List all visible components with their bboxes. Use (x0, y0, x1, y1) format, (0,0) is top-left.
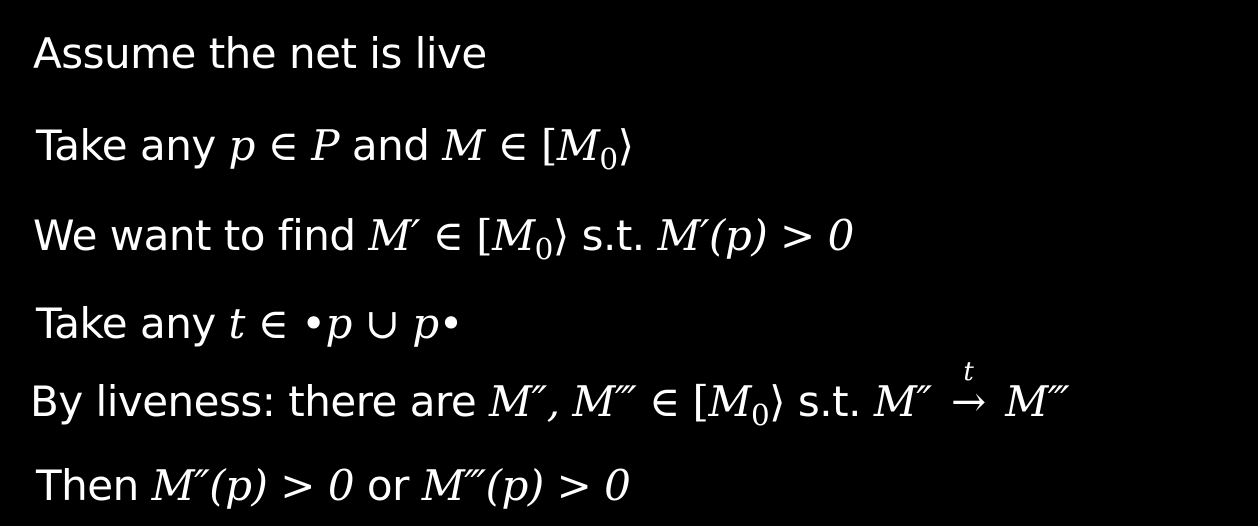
math-in-bracket: ∈ [ (419, 211, 493, 260)
math-sub-zero: 0 (599, 141, 618, 176)
line-take-p-and-m: Take any p ∈ P and M ∈ [M0⟩ (36, 125, 634, 174)
math-condition: M′(p) > 0 (657, 211, 855, 260)
line-then: Then M″(p) > 0 or M‴(p) > 0 (36, 465, 631, 507)
math-close-angle: ⟩ (617, 121, 634, 170)
take-any-text: Take any (36, 121, 229, 170)
math-M0: M (708, 377, 751, 426)
then-text: Then (36, 461, 152, 510)
line-assume: Assume the net is live (33, 33, 487, 75)
want-text: We want to find (33, 211, 369, 260)
math-in-bracket: ∈ [ (636, 377, 709, 426)
math-close-angle: ⟩ (552, 211, 569, 260)
math-t: t (228, 299, 246, 348)
such-that-text: s.t. (785, 377, 874, 426)
fires-arrow: t → (944, 359, 992, 423)
line-want-to-find: We want to find M′ ∈ [M0⟩ s.t. M′(p) > 0 (33, 215, 854, 264)
line-take-t: Take any t ∈ •p ∪ p• (36, 303, 463, 345)
math-preset-postset: ∈ •p ∪ p• (244, 299, 464, 348)
math-M0: M (492, 211, 535, 260)
math-M-triple-prime: M‴ (1005, 377, 1070, 426)
arrow-label-t: t (963, 357, 974, 387)
math-expr-2: M‴(p) > 0 (421, 461, 631, 510)
math-markings: M″, M‴ (489, 377, 637, 426)
liveness-text: By liveness: there are (30, 377, 490, 426)
math-p: p (228, 121, 256, 170)
math-M-prime: M′ (368, 211, 420, 260)
math-sub-zero: 0 (750, 397, 770, 432)
take-any-text: Take any (36, 299, 229, 348)
line-by-liveness: By liveness: there are M″, M‴ ∈ [M0⟩ s.t… (30, 359, 1070, 430)
or-text: or (354, 461, 422, 510)
slide: Assume the net is live Take any p ∈ P an… (0, 0, 1258, 526)
math-in: ∈ (254, 121, 312, 170)
assume-text: Assume the net is live (33, 29, 487, 78)
math-P: P (311, 121, 339, 170)
math-close-angle: ⟩ (769, 377, 786, 426)
math-in-bracket: ∈ [ (484, 121, 558, 170)
math-M0: M (556, 121, 600, 170)
such-that-text: s.t. (568, 211, 658, 260)
math-expr-1: M″(p) > 0 (151, 461, 355, 510)
math-sub-zero: 0 (534, 231, 554, 266)
math-M: M (442, 121, 485, 170)
and-text: and (338, 121, 443, 170)
math-M-double-prime: M″ (873, 377, 932, 426)
